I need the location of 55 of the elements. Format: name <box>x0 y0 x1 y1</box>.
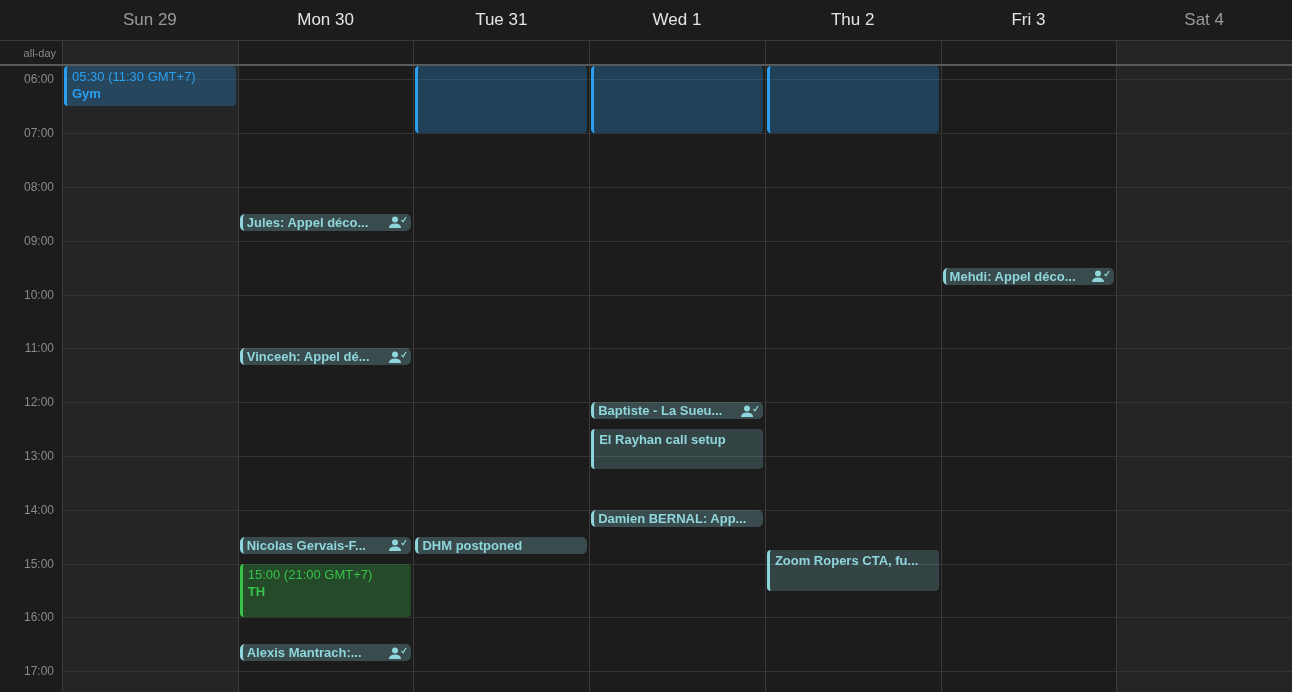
calendar-event[interactable]: Zoom Ropers CTA, fu... <box>766 550 939 591</box>
hour-label: 11:00 <box>24 340 54 357</box>
day-header[interactable]: Wed 1 <box>589 0 765 40</box>
event-title: Jules: Appel déco... <box>246 214 370 230</box>
event-title: TH <box>247 583 267 599</box>
calendar-event[interactable]: El Rayhan call setup <box>591 429 763 470</box>
event-title: Alexis Mantrach:... <box>246 645 363 661</box>
event-chip[interactable]: Nicolas Gervais-F... <box>239 536 412 554</box>
hour-label: 09:00 <box>23 232 54 249</box>
event-chip[interactable]: Damien BERNAL: App... <box>591 509 763 527</box>
calendar-event[interactable] <box>415 66 588 134</box>
event-title: Nicolas Gervais-F... <box>246 537 367 553</box>
event-chip[interactable]: DHM postponed <box>415 536 588 554</box>
attendee-icon <box>389 216 408 229</box>
day-header[interactable]: Sat 4 <box>1116 0 1292 40</box>
hour-label: 15:00 <box>23 555 54 572</box>
day-header[interactable]: Mon 30 <box>237 0 414 40</box>
hour-label: 17:00 <box>23 663 54 680</box>
event-title: El Rayhan call setup <box>599 432 727 448</box>
hour-label: 16:00 <box>23 609 54 626</box>
hour-label: 10:00 <box>23 286 54 303</box>
attendee-icon <box>740 404 759 417</box>
event-title: Gym <box>72 86 102 101</box>
day-header[interactable]: Thu 2 <box>764 0 941 40</box>
event-chip[interactable]: Alexis Mantrach:... <box>239 644 412 662</box>
hour-label: 06:00 <box>23 71 54 88</box>
calendar-event[interactable] <box>766 66 939 134</box>
calendar-event[interactable]: 15:00 (21:00 GMT+7) TH <box>239 563 412 618</box>
attendee-icon <box>389 646 408 659</box>
calendar-event[interactable] <box>591 66 763 134</box>
hour-label: 08:00 <box>23 179 54 196</box>
event-chip[interactable]: Vinceeh: Appel dé... <box>239 348 412 366</box>
attendee-icon <box>389 350 408 363</box>
day-header[interactable]: Sun 29 <box>62 0 238 40</box>
day-header[interactable]: Tue 31 <box>413 0 590 40</box>
attendee-icon <box>389 539 408 552</box>
event-title: Mehdi: Appel déco... <box>949 268 1077 284</box>
attendee-icon <box>1092 270 1111 283</box>
hour-label: 07:00 <box>23 125 54 142</box>
event-title: Vinceeh: Appel dé... <box>246 349 371 365</box>
calendar-event[interactable]: 05:30 (11:30 GMT+7) Gym <box>64 66 236 107</box>
event-time: 05:30 (11:30 GMT+7) <box>72 69 197 84</box>
event-chip[interactable]: Jules: Appel déco... <box>239 213 412 231</box>
day-header[interactable]: Fri 3 <box>940 0 1117 40</box>
event-time: 15:00 (21:00 GMT+7) <box>247 566 374 582</box>
event-chip[interactable]: Mehdi: Appel déco... <box>942 267 1115 285</box>
event-title: DHM postponed <box>422 537 524 553</box>
hour-label: 12:00 <box>23 394 54 411</box>
event-title: Baptiste - La Sueu... <box>598 403 724 419</box>
event-chip[interactable]: Baptiste - La Sueu... <box>591 402 763 420</box>
event-title: Zoom Ropers CTA, fu... <box>774 553 920 569</box>
all-day-label: all-day <box>23 46 56 59</box>
hour-label: 14:00 <box>23 501 54 518</box>
hour-label: 13:00 <box>23 448 54 465</box>
event-title: Damien BERNAL: App... <box>598 510 748 526</box>
